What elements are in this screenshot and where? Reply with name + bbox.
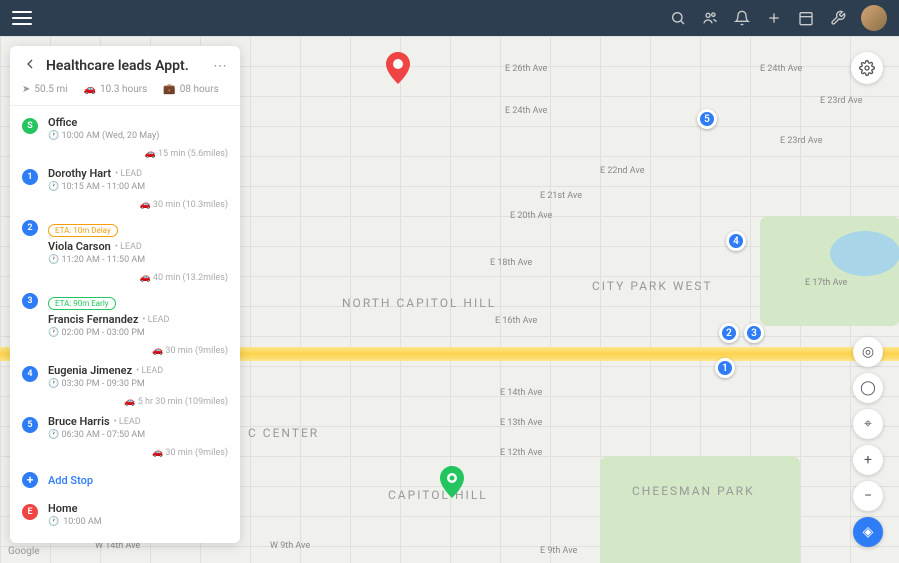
add-stop-button[interactable]: + Add Stop: [10, 464, 240, 496]
st-e23b: E 23rd Ave: [780, 136, 822, 146]
stop-time: 🕐 10:00 AM (Wed, 20 May): [48, 131, 228, 141]
travel-info: 🚗 5 hr 30 min (109miles): [10, 395, 240, 409]
st-e21: E 21st Ave: [540, 191, 582, 201]
label-ch: CAPITOL HILL: [388, 488, 488, 502]
summary-work: 💼 08 hours: [163, 84, 218, 95]
stop-time: 🕐 10:15 AM - 11:00 AM: [48, 182, 228, 192]
eta-badge: ETA: 10m Delay: [48, 224, 118, 237]
locate-button[interactable]: ⌖: [853, 409, 883, 439]
travel-info: 🚗 15 min (5.6miles): [10, 147, 240, 161]
st-e9: E 9th Ave: [540, 546, 577, 556]
stop-number: S: [22, 118, 38, 134]
label-cc: C CENTER: [248, 426, 319, 440]
bell-icon[interactable]: [733, 9, 751, 27]
home-stop[interactable]: E Home 🕐 10:00 AM: [10, 496, 240, 533]
menu-icon[interactable]: [12, 11, 32, 25]
st-e18: E 18th Ave: [490, 258, 532, 268]
calendar-icon[interactable]: [797, 9, 815, 27]
lake: [830, 231, 899, 276]
st-e17: E 17th Ave: [805, 278, 847, 288]
stop-number: E: [22, 504, 38, 520]
route-panel: Healthcare leads Appt. ⋯ ➤ 50.5 mi 🚗 10.…: [10, 46, 240, 543]
travel-info: 🚗 30 min (9miles): [10, 344, 240, 358]
zoom-out-button[interactable]: −: [853, 481, 883, 511]
stop-name: Office: [48, 116, 228, 129]
label-nch: NORTH CAPITOL HILL: [342, 296, 496, 310]
stop-name: Home: [48, 502, 228, 515]
st-e24: E 24th Ave: [760, 64, 802, 74]
pin-origin[interactable]: [440, 466, 464, 498]
st-e14: E 14th Ave: [500, 388, 542, 398]
plus-icon[interactable]: [765, 9, 783, 27]
park-cheesman: [600, 456, 800, 563]
search-icon[interactable]: [669, 9, 687, 27]
route-summary: ➤ 50.5 mi 🚗 10.3 hours 💼 08 hours: [10, 84, 240, 106]
avatar[interactable]: [861, 5, 887, 31]
travel-info: 🚗 30 min (9miles): [10, 446, 240, 460]
st-e26: E 26th Ave: [505, 64, 547, 74]
stop-time: 🕐 06:30 AM - 07:50 AM: [48, 430, 228, 440]
travel-info: 🚗 30 min (10.3miles): [10, 198, 240, 212]
map-settings-button[interactable]: [851, 52, 883, 84]
people-icon[interactable]: [701, 9, 719, 27]
tools-icon[interactable]: [829, 9, 847, 27]
stop-item[interactable]: 2 ETA: 10m Delay Viola Carson • LEAD 🕐 11:2…: [10, 212, 240, 271]
stop-name: Eugenia Jimenez • LEAD: [48, 364, 228, 377]
st-e12: E 12th Ave: [500, 448, 542, 458]
map-marker-5[interactable]: 5: [697, 109, 717, 129]
stop-time: 🕐 10:00 AM: [48, 517, 228, 527]
plus-icon: +: [22, 472, 38, 488]
st-e16: E 16th Ave: [495, 316, 537, 326]
travel-info: 🚗 40 min (13.2miles): [10, 271, 240, 285]
map-marker-1[interactable]: 1: [715, 358, 735, 378]
map-marker-3[interactable]: 3: [744, 323, 764, 343]
stop-item[interactable]: 1 Dorothy Hart • LEAD 🕐 10:15 AM - 11:00 A…: [10, 161, 240, 198]
topbar: [0, 0, 899, 36]
stop-item[interactable]: 3 ETA: 90m Early Francis Fernandez • LEAD 🕐…: [10, 285, 240, 344]
stop-name: Viola Carson • LEAD: [48, 240, 228, 253]
st-w9: W 9th Ave: [270, 541, 310, 551]
map-marker-2[interactable]: 2: [719, 323, 739, 343]
st-e23: E 23rd Ave: [820, 96, 862, 106]
stop-number: 2: [22, 220, 38, 236]
label-cp: CHEESMAN PARK: [632, 484, 755, 498]
stop-item[interactable]: 4 Eugenia Jimenez • LEAD 🕐 03:30 PM - 09:3…: [10, 358, 240, 395]
zoom-in-button[interactable]: +: [853, 445, 883, 475]
route-mode-button[interactable]: ◈: [853, 517, 883, 547]
stop-name: Dorothy Hart • LEAD: [48, 167, 228, 180]
label-cpw: CITY PARK WEST: [592, 279, 713, 293]
stop-item[interactable]: 5 Bruce Harris • LEAD 🕐 06:30 AM - 07:50 A…: [10, 409, 240, 446]
add-stop-label: Add Stop: [48, 474, 93, 487]
stop-name: Bruce Harris • LEAD: [48, 415, 228, 428]
stop-time: 🕐 11:20 AM - 11:50 AM: [48, 255, 228, 265]
st-e13: E 13th Ave: [500, 418, 542, 428]
compass-button[interactable]: ◎: [853, 337, 883, 367]
st-e22: E 22nd Ave: [600, 166, 644, 176]
stop-number: 5: [22, 417, 38, 433]
stop-item[interactable]: S Office 🕐 10:00 AM (Wed, 20 May): [10, 110, 240, 147]
eta-badge: ETA: 90m Early: [48, 297, 116, 310]
stop-name: Francis Fernandez • LEAD: [48, 313, 228, 326]
map-marker-4[interactable]: 4: [726, 231, 746, 251]
stop-number: 3: [22, 293, 38, 309]
stop-number: 4: [22, 366, 38, 382]
map-controls: ◎ ◯ ⌖ + − ◈: [853, 337, 883, 547]
back-button[interactable]: [22, 56, 38, 76]
stop-number: 1: [22, 169, 38, 185]
summary-distance: ➤ 50.5 mi: [22, 84, 68, 95]
lasso-button[interactable]: ◯: [853, 373, 883, 403]
map-attribution: Google: [8, 546, 40, 557]
stop-time: 🕐 02:00 PM - 03:00 PM: [48, 328, 228, 338]
stop-time: 🕐 03:30 PM - 09:30 PM: [48, 379, 228, 389]
summary-duration: 🚗 10.3 hours: [84, 84, 148, 95]
st-e24b: E 24th Ave: [505, 106, 547, 116]
pin-destination[interactable]: [386, 52, 410, 84]
panel-title: Healthcare leads Appt.: [46, 58, 205, 74]
more-options-button[interactable]: ⋯: [213, 58, 228, 74]
st-e20: E 20th Ave: [510, 211, 552, 221]
